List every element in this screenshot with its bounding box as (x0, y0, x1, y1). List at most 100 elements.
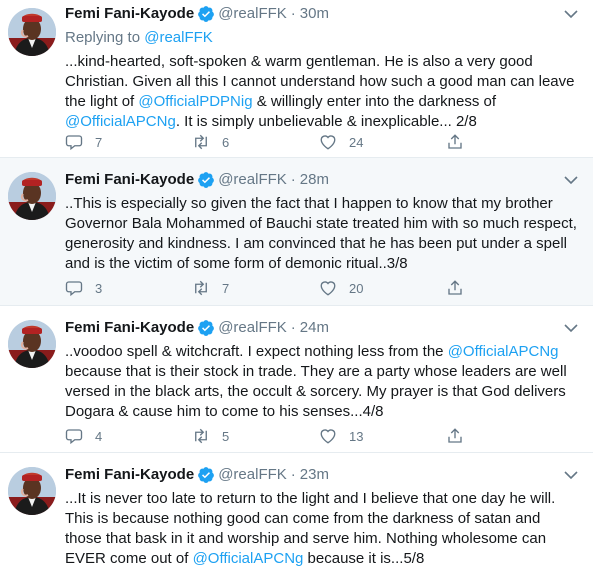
mention-link[interactable]: @OfficialPDPNig (138, 93, 252, 110)
verified-badge-icon (197, 466, 215, 484)
like-button[interactable]: 24 (319, 133, 446, 151)
tweet-line: @OfficialAPCNg. It is simply unbelievabl… (65, 112, 581, 132)
avatar[interactable] (8, 172, 56, 220)
separator-dot: · (290, 466, 296, 483)
replying-to-link[interactable]: @realFFK (144, 29, 213, 46)
share-icon (446, 133, 464, 151)
chevron-down-icon[interactable] (563, 9, 579, 19)
author-handle[interactable]: @realFFK (218, 318, 287, 338)
retweet-count: 6 (222, 134, 230, 150)
share-icon (446, 279, 464, 297)
avatar-image (8, 467, 56, 515)
tweet-line: generosity and kindness. I am convinced … (65, 235, 567, 252)
like-count: 13 (349, 428, 364, 444)
retweet-button[interactable]: 7 (192, 279, 319, 297)
tweet-4[interactable]: Femi Fani-Kayode @realFFK · 23m ...It is… (0, 453, 593, 567)
tweet-line: EVER come out of @OfficialAPCNg because … (65, 549, 581, 569)
chevron-down-icon[interactable] (563, 470, 579, 480)
chevron-down-icon[interactable] (563, 323, 579, 333)
tweet-text: ..voodoo spell & witchcraft. I expect no… (65, 343, 448, 360)
tweet-line: ..voodoo spell & witchcraft. I expect no… (65, 342, 581, 362)
mention-link[interactable]: @OfficialAPCNg (448, 343, 559, 360)
tweet-line: ..This is especially so given the fact t… (65, 195, 553, 212)
tweet-body: ..This is especially so given the fact t… (65, 194, 581, 274)
retweet-button[interactable]: 6 (192, 133, 319, 151)
like-count: 24 (349, 134, 364, 150)
replying-prefix: Replying to (65, 29, 145, 46)
heart-icon (319, 427, 337, 445)
share-button[interactable] (446, 427, 573, 445)
author-name[interactable]: Femi Fani-Kayode (65, 170, 194, 190)
retweet-icon (192, 279, 210, 297)
share-button[interactable] (446, 133, 573, 151)
tweet-line: Christian. Given all this I cannot under… (65, 73, 575, 90)
tweet-text: the light of (65, 93, 139, 110)
chevron-down-icon[interactable] (563, 175, 579, 185)
timestamp[interactable]: 23m (300, 465, 329, 485)
reply-icon (65, 427, 83, 445)
tweet-header: Femi Fani-Kayode @realFFK · 30m (65, 0, 581, 24)
like-button[interactable]: 13 (319, 427, 446, 445)
reply-icon (65, 133, 83, 151)
reply-button[interactable]: 3 (65, 279, 192, 297)
avatar-image (8, 8, 56, 56)
reply-icon (65, 279, 83, 297)
tweet-3[interactable]: Femi Fani-Kayode @realFFK · 24m ..voodoo… (0, 306, 593, 453)
reply-count: 7 (95, 134, 103, 150)
separator-dot: · (290, 171, 296, 188)
timestamp[interactable]: 24m (300, 318, 329, 338)
tweet-line: Dogara & cause him to come to his senses… (65, 403, 384, 420)
tweet-1[interactable]: Femi Fani-Kayode @realFFK · 30m Replying… (0, 0, 593, 158)
avatar[interactable] (8, 8, 56, 56)
avatar-image (8, 320, 56, 368)
reply-button[interactable]: 4 (65, 427, 192, 445)
tweet-header: Femi Fani-Kayode @realFFK · 24m (65, 306, 581, 338)
tweet-actions: 7 6 24 (65, 133, 573, 151)
tweet-actions: 4 5 13 (65, 427, 573, 445)
tweet-line: because that is their stock in trade. Th… (65, 363, 567, 380)
tweet-line: and is the victim of some form of demoni… (65, 255, 408, 272)
tweet-body: ..voodoo spell & witchcraft. I expect no… (65, 342, 581, 422)
author-name[interactable]: Femi Fani-Kayode (65, 4, 194, 24)
avatar[interactable] (8, 467, 56, 515)
author-handle[interactable]: @realFFK (218, 4, 287, 24)
avatar-image (8, 172, 56, 220)
tweet-actions: 3 7 20 (65, 279, 573, 297)
tweet-line: This is because nothing good can come fr… (65, 510, 541, 527)
tweet-header: Femi Fani-Kayode @realFFK · 23m (65, 453, 581, 485)
tweet-line: versed in the black arts, the occult & s… (65, 383, 566, 400)
tweet-text: & willingly enter into the darkness of (252, 93, 497, 110)
reply-button[interactable]: 7 (65, 133, 192, 151)
retweet-icon (192, 133, 210, 151)
avatar[interactable] (8, 320, 56, 368)
share-icon (446, 427, 464, 445)
author-handle[interactable]: @realFFK (218, 170, 287, 190)
tweet-text: EVER come out of (65, 550, 193, 567)
author-name[interactable]: Femi Fani-Kayode (65, 465, 194, 485)
tweet-text: . It is simply unbelievable & inexplicab… (175, 113, 477, 130)
tweet-line: ...kind-hearted, soft-spoken & warm gent… (65, 53, 533, 70)
tweet-body: ...kind-hearted, soft-spoken & warm gent… (65, 52, 581, 132)
author-name[interactable]: Femi Fani-Kayode (65, 318, 194, 338)
share-button[interactable] (446, 279, 573, 297)
tweet-line: the light of @OfficialPDPNig & willingly… (65, 92, 581, 112)
reply-count: 3 (95, 280, 103, 296)
tweet-2[interactable]: Femi Fani-Kayode @realFFK · 28m ..This i… (0, 158, 593, 306)
heart-icon (319, 279, 337, 297)
timestamp[interactable]: 30m (300, 4, 329, 24)
tweet-text: because it is...5/8 (303, 550, 425, 567)
mention-link[interactable]: @OfficialAPCNg (65, 113, 176, 130)
retweet-icon (192, 427, 210, 445)
separator-dot: · (290, 319, 296, 336)
replying-to: Replying to @realFFK (65, 28, 581, 48)
mention-link[interactable]: @OfficialAPCNg (193, 550, 304, 567)
verified-badge-icon (197, 171, 215, 189)
author-handle[interactable]: @realFFK (218, 465, 287, 485)
retweet-count: 5 (222, 428, 230, 444)
retweet-button[interactable]: 5 (192, 427, 319, 445)
tweet-body: ...It is never too late to return to the… (65, 489, 581, 569)
timestamp[interactable]: 28m (300, 170, 329, 190)
tweet-header: Femi Fani-Kayode @realFFK · 28m (65, 158, 581, 190)
reply-count: 4 (95, 428, 103, 444)
like-button[interactable]: 20 (319, 279, 446, 297)
